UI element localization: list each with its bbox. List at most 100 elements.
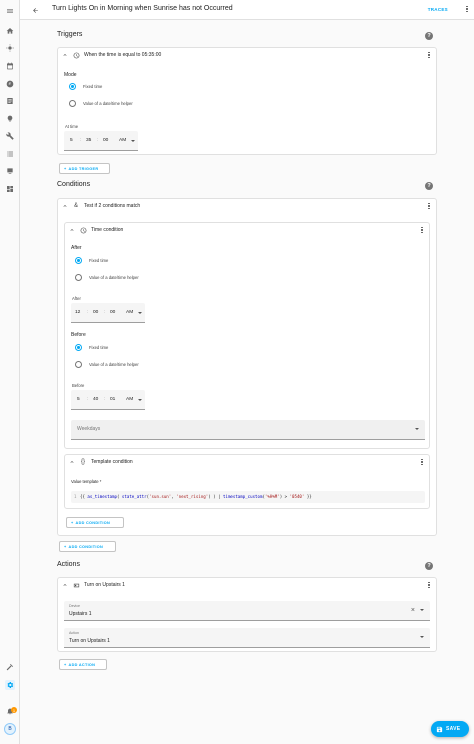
help-icon[interactable]: ?: [425, 182, 433, 190]
dashboard-icon[interactable]: [5, 184, 15, 194]
list-icon[interactable]: [5, 149, 15, 159]
action-more-icon[interactable]: [426, 581, 432, 589]
hour-field[interactable]: 5: [77, 397, 80, 402]
mode-label: Mode: [64, 72, 77, 78]
action-card-header[interactable]: Turn on Upstairs 1: [58, 578, 436, 592]
clear-icon[interactable]: ×: [411, 607, 415, 614]
after-time-input[interactable]: 12 : 00 : 00 AM: [71, 303, 145, 323]
before-section-label: Before: [71, 332, 86, 338]
at-time-label: At time: [65, 124, 79, 129]
minute-field[interactable]: 35: [86, 138, 91, 143]
template-condition-card: {} Template condition Value template * 1…: [64, 454, 430, 509]
add-inner-condition-button[interactable]: + ADD CONDITION: [66, 517, 124, 528]
chevron-up-icon[interactable]: [62, 203, 68, 209]
help-icon[interactable]: ?: [425, 562, 433, 570]
trigger-more-icon[interactable]: [426, 51, 432, 59]
before-fixed-radio[interactable]: [75, 344, 82, 351]
media-icon[interactable]: [5, 166, 15, 176]
time-condition-card: Time condition After Fixed time Value of…: [64, 222, 430, 449]
after-helper-radio[interactable]: [75, 274, 82, 281]
trigger-card-header[interactable]: When the time is equal to 05:35:00: [58, 48, 436, 62]
after-fixed-radio[interactable]: [75, 257, 82, 264]
action-select[interactable]: Action Turn on Upstairs 1: [64, 628, 430, 648]
logbook-icon[interactable]: [5, 96, 15, 106]
traces-button[interactable]: TRACES: [428, 7, 448, 12]
before-helper-radio[interactable]: [75, 361, 82, 368]
add-trigger-button[interactable]: + ADD TRIGGER: [59, 163, 110, 174]
value-template-label: Value template *: [71, 479, 102, 484]
after-helper-label: Value of a date/time helper: [89, 275, 139, 280]
add-action-button[interactable]: + ADD ACTION: [59, 659, 107, 670]
page-title: Turn Lights On in Morning when Sunrise h…: [52, 5, 233, 12]
time-condition-title: Time condition: [91, 227, 124, 233]
action-card: Turn on Upstairs 1 Device Upstairs 1 × A…: [57, 577, 437, 652]
more-options-icon[interactable]: [464, 5, 470, 13]
plus-icon: +: [64, 544, 67, 549]
wrench-icon[interactable]: [5, 131, 15, 141]
trigger-card-title: When the time is equal to 05:35:00: [84, 52, 162, 58]
weekdays-placeholder: Weekdays: [77, 426, 101, 432]
settings-icon[interactable]: [5, 680, 15, 690]
before-helper-label: Value of a date/time helper: [89, 362, 139, 367]
actions-heading: Actions: [57, 561, 80, 568]
ampm-field[interactable]: AM: [126, 397, 133, 402]
and-condition-card: & Test if 2 conditions match Time condit…: [57, 198, 437, 536]
chevron-up-icon[interactable]: [69, 227, 75, 233]
minute-field[interactable]: 00: [93, 310, 98, 315]
add-condition-button[interactable]: + ADD CONDITION: [59, 541, 116, 552]
notification-badge: 1: [11, 707, 17, 713]
code-braces-icon: {}: [80, 459, 85, 465]
chevron-up-icon[interactable]: [62, 582, 68, 588]
ampm-field[interactable]: AM: [119, 138, 126, 143]
ampm-field[interactable]: AM: [126, 310, 133, 315]
template-condition-header[interactable]: {} Template condition: [65, 455, 429, 469]
minute-field[interactable]: 40: [93, 397, 98, 402]
at-time-input[interactable]: 5 : 35 : 00 AM: [64, 131, 138, 151]
back-arrow-icon[interactable]: [30, 5, 40, 15]
second-field[interactable]: 00: [110, 310, 115, 315]
device-select[interactable]: Device Upstairs 1 ×: [64, 601, 430, 621]
hour-field[interactable]: 12: [75, 310, 80, 315]
template-condition-more-icon[interactable]: [419, 458, 425, 466]
history-icon[interactable]: [5, 79, 15, 89]
helper-radio[interactable]: [69, 100, 76, 107]
time-condition-more-icon[interactable]: [419, 226, 425, 234]
menu-icon[interactable]: [5, 6, 15, 16]
value-template-editor[interactable]: 1 {{ as_timestamp( state_attr('sun.sun',…: [71, 491, 425, 503]
before-fixed-label: Fixed time: [89, 345, 109, 350]
energy-icon[interactable]: [5, 43, 15, 53]
save-button[interactable]: SAVE: [431, 721, 469, 737]
chevron-up-icon[interactable]: [69, 459, 75, 465]
save-label: SAVE: [446, 726, 461, 732]
second-field[interactable]: 00: [103, 138, 108, 143]
floppy-disk-icon: [436, 726, 443, 732]
hour-field[interactable]: 5: [70, 138, 73, 143]
device-icon: [72, 581, 80, 589]
fixed-time-radio[interactable]: [69, 83, 76, 90]
dropdown-arrow-icon[interactable]: [420, 609, 424, 611]
before-time-input[interactable]: 5 : 40 : 01 AM: [71, 390, 145, 410]
calendar-icon[interactable]: [5, 61, 15, 71]
home-icon[interactable]: [5, 26, 15, 36]
plus-icon: +: [71, 520, 74, 525]
ampm-dropdown-icon[interactable]: [131, 140, 135, 142]
second-field[interactable]: 01: [110, 397, 115, 402]
chevron-up-icon[interactable]: [62, 52, 68, 58]
ampersand-icon: &: [73, 203, 78, 209]
time-condition-header[interactable]: Time condition: [65, 223, 429, 237]
help-icon[interactable]: ?: [425, 32, 433, 40]
line-number: 1: [74, 494, 77, 499]
weekdays-select[interactable]: Weekdays: [71, 420, 425, 440]
helper-label: Value of a date/time helper: [83, 101, 133, 106]
dropdown-arrow-icon[interactable]: [420, 636, 424, 638]
avatar[interactable]: B: [4, 723, 16, 735]
top-bar: Turn Lights On in Morning when Sunrise h…: [20, 0, 474, 20]
and-condition-header[interactable]: & Test if 2 conditions match: [58, 199, 436, 213]
hammer-icon[interactable]: [5, 662, 15, 672]
ampm-dropdown-icon[interactable]: [138, 399, 142, 401]
action-value: Turn on Upstairs 1: [69, 638, 110, 644]
device-value: Upstairs 1: [69, 611, 92, 617]
ampm-dropdown-icon[interactable]: [138, 312, 142, 314]
lightbulb-icon[interactable]: [5, 114, 15, 124]
and-condition-more-icon[interactable]: [426, 202, 432, 210]
